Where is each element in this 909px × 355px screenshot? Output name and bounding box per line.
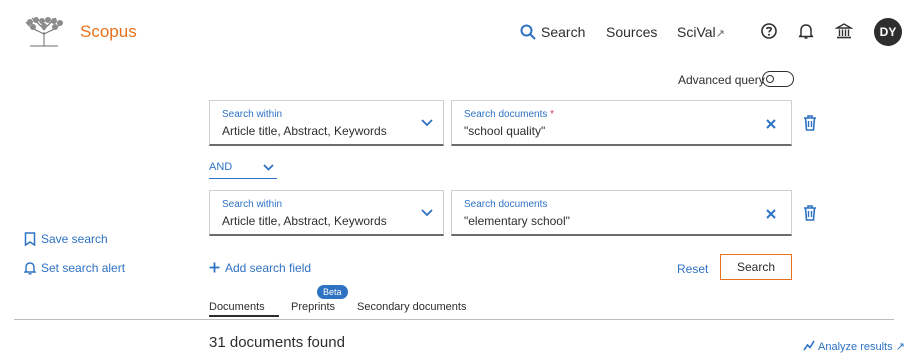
institution-icon[interactable] — [834, 22, 854, 40]
elsevier-logo[interactable] — [22, 16, 66, 48]
boolean-operator-select[interactable]: AND — [209, 161, 232, 173]
search-button[interactable]: Search — [720, 254, 792, 280]
save-search-link[interactable]: Save search — [41, 232, 108, 246]
analyze-chart-icon — [803, 340, 815, 351]
search-documents-label-text: Search documents — [464, 109, 548, 120]
brand-name[interactable]: Scopus — [80, 22, 137, 42]
tab-preprints[interactable]: Preprints — [291, 301, 335, 313]
external-link-icon: ↗ — [895, 341, 905, 353]
toggle-knob — [766, 74, 774, 83]
set-search-alert-link[interactable]: Set search alert — [41, 261, 125, 275]
clear-icon[interactable] — [764, 207, 778, 221]
plus-icon — [209, 262, 220, 273]
search-within-label: Search within — [222, 109, 283, 120]
advanced-query-toggle[interactable] — [762, 71, 794, 87]
search-icon[interactable] — [520, 24, 536, 40]
search-documents-value: "elementary school" — [464, 214, 570, 228]
results-count: 31 documents found — [209, 334, 345, 351]
search-within-select-2[interactable]: Search within Article title, Abstract, K… — [209, 190, 444, 236]
search-documents-label: Search documents * — [464, 109, 554, 120]
reset-button[interactable]: Reset — [677, 262, 708, 276]
required-mark: * — [550, 109, 555, 120]
user-avatar[interactable]: DY — [874, 18, 902, 46]
nav-search[interactable]: Search — [541, 24, 585, 40]
search-documents-label: Search documents — [464, 199, 548, 210]
bookmark-icon — [24, 232, 36, 246]
tab-secondary-documents[interactable]: Secondary documents — [357, 301, 466, 313]
analyze-results-label: Analyze results — [818, 341, 893, 353]
bell-icon — [24, 262, 36, 275]
delete-row-icon[interactable] — [803, 115, 817, 131]
search-within-select-1[interactable]: Search within Article title, Abstract, K… — [209, 100, 444, 146]
operator-underline — [209, 178, 277, 179]
delete-row-icon[interactable] — [803, 205, 817, 221]
beta-badge: Beta — [317, 285, 348, 299]
analyze-results-link[interactable]: Analyze results ↗ — [818, 340, 905, 353]
tabs-divider — [14, 319, 894, 320]
advanced-query-label: Advanced query — [678, 73, 765, 87]
bell-icon[interactable] — [797, 22, 815, 40]
chevron-down-icon — [421, 209, 433, 217]
search-documents-value: "school quality" — [464, 124, 546, 138]
nav-sources[interactable]: Sources — [606, 24, 657, 40]
search-within-label: Search within — [222, 199, 283, 210]
search-within-value: Article title, Abstract, Keywords — [222, 214, 387, 228]
external-link-icon: ↗ — [715, 28, 725, 40]
help-icon[interactable] — [760, 22, 778, 40]
search-within-value: Article title, Abstract, Keywords — [222, 124, 387, 138]
nav-scival[interactable]: SciVal↗ — [677, 24, 725, 40]
active-tab-indicator — [209, 315, 279, 317]
clear-icon[interactable] — [764, 117, 778, 131]
tab-documents[interactable]: Documents — [209, 301, 265, 313]
search-documents-field-1[interactable]: Search documents * "school quality" — [451, 100, 792, 146]
chevron-down-icon — [421, 119, 433, 127]
search-documents-field-2[interactable]: Search documents "elementary school" — [451, 190, 792, 236]
chevron-down-icon[interactable] — [262, 163, 275, 172]
add-search-field-button[interactable]: Add search field — [209, 261, 311, 275]
add-search-field-label: Add search field — [225, 261, 312, 275]
nav-scival-label: SciVal — [677, 24, 716, 40]
